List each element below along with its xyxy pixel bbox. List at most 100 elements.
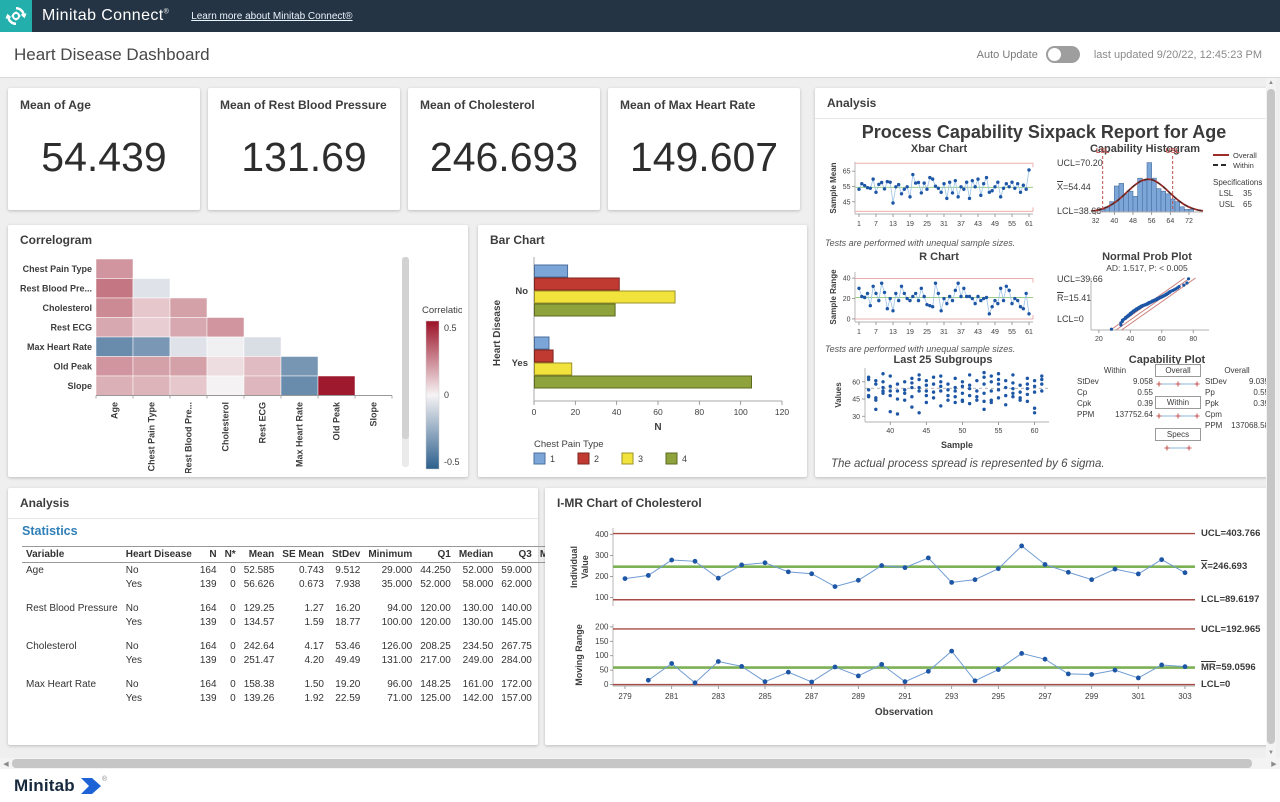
svg-text:13: 13 bbox=[889, 221, 897, 228]
spec-usl-row: USL65 bbox=[1213, 200, 1271, 209]
scroll-left-arrow[interactable]: ◀ bbox=[0, 758, 12, 769]
capability-overall-stats: OverallStDev9.039Pp0.55Ppk0.39Cpm*PPM137… bbox=[1205, 366, 1269, 432]
svg-text:31: 31 bbox=[940, 221, 948, 228]
svg-text:55: 55 bbox=[843, 184, 851, 191]
svg-text:Sample Range: Sample Range bbox=[829, 269, 838, 325]
scroll-right-arrow[interactable]: ▶ bbox=[1268, 758, 1280, 769]
kpi-card-mean-rest-bp: Mean of Rest Blood Pressure 131.69 bbox=[208, 88, 400, 210]
learn-more-link[interactable]: Learn more about Minitab Connect® bbox=[191, 11, 352, 22]
statistics-section-title: Statistics bbox=[22, 524, 78, 538]
vertical-scrollbar[interactable]: ▲ ▼ bbox=[1266, 78, 1276, 758]
svg-text:60: 60 bbox=[852, 379, 860, 386]
kpi-card-mean-cholesterol: Mean of Cholesterol 246.693 bbox=[408, 88, 600, 210]
kpi-label: Mean of Rest Blood Pressure bbox=[208, 88, 400, 112]
minitab-arrow-logo bbox=[81, 777, 102, 795]
scroll-down-arrow[interactable]: ▼ bbox=[1266, 748, 1276, 758]
panel-title: Correlogram bbox=[20, 233, 92, 247]
svg-text:0: 0 bbox=[847, 316, 851, 323]
horizontal-scroll-thumb[interactable] bbox=[12, 759, 1252, 768]
histogram-legend: Overall Within Specifications LSL35 USL6… bbox=[1213, 150, 1271, 209]
svg-text:40: 40 bbox=[1126, 336, 1134, 343]
sixpack-report-title: Process Capability Sixpack Report for Ag… bbox=[862, 122, 1226, 143]
svg-text:Chest Pain Type: Chest Pain Type bbox=[534, 439, 604, 450]
kpi-value: 246.693 bbox=[408, 112, 600, 210]
svg-text:60: 60 bbox=[1031, 428, 1039, 435]
normal-prob-plot-title: Normal Prob Plot bbox=[1102, 251, 1192, 263]
svg-text:Cholesterol: Cholesterol bbox=[42, 303, 92, 313]
statistics-analysis-panel: Analysis Statistics VariableHeart Diseas… bbox=[8, 488, 538, 745]
svg-text:283: 283 bbox=[712, 692, 726, 701]
svg-text:19: 19 bbox=[906, 329, 914, 336]
normal-prob-plot-subtitle: AD: 1.517, P: < 0.005 bbox=[1106, 263, 1188, 273]
kpi-value: 131.69 bbox=[208, 112, 400, 210]
svg-text:Correlation: Correlation bbox=[422, 305, 462, 316]
bar-chart: NoYes020406080100120NHeart DiseaseChest … bbox=[484, 251, 800, 473]
page-title: Heart Disease Dashboard bbox=[14, 45, 210, 65]
scroll-up-arrow[interactable]: ▲ bbox=[1266, 78, 1276, 88]
svg-text:Individual: Individual bbox=[569, 546, 579, 588]
svg-text:299: 299 bbox=[1085, 692, 1099, 701]
kpi-label: Mean of Age bbox=[8, 88, 200, 112]
svg-text:64: 64 bbox=[1166, 218, 1174, 225]
svg-text:300: 300 bbox=[595, 551, 609, 560]
svg-text:45: 45 bbox=[843, 199, 851, 206]
svg-text:80: 80 bbox=[695, 407, 705, 417]
svg-text:USL: USL bbox=[1166, 148, 1181, 155]
footer: Minitab ® bbox=[0, 769, 1280, 802]
svg-text:13: 13 bbox=[889, 329, 897, 336]
vertical-scroll-thumb[interactable] bbox=[1267, 89, 1275, 744]
last-updated-text: last updated 9/20/22, 12:45:23 PM bbox=[1094, 49, 1262, 61]
svg-text:72: 72 bbox=[1185, 218, 1193, 225]
svg-text:303: 303 bbox=[1178, 692, 1192, 701]
svg-text:293: 293 bbox=[945, 692, 959, 701]
svg-text:45: 45 bbox=[852, 397, 860, 404]
svg-text:40: 40 bbox=[1110, 218, 1118, 225]
svg-text:No: No bbox=[515, 286, 528, 297]
sixpack-analysis-panel: Analysis Process Capability Sixpack Repo… bbox=[815, 88, 1272, 477]
horizontal-scrollbar[interactable]: ◀ ▶ bbox=[0, 758, 1280, 769]
capability-within-stats: WithinStDev9.058Cp0.55Cpk0.39PPM137752.6… bbox=[1077, 366, 1153, 421]
r-chart-title: R Chart bbox=[919, 251, 959, 263]
svg-text:100: 100 bbox=[595, 593, 609, 602]
imr-ind-ucl-label: UCL=403.766 bbox=[1201, 528, 1260, 539]
svg-text:40: 40 bbox=[886, 428, 894, 435]
svg-text:43: 43 bbox=[974, 329, 982, 336]
svg-text:Sample: Sample bbox=[941, 440, 973, 450]
svg-text:295: 295 bbox=[992, 692, 1006, 701]
normal-prob-plot-chart: 20406080 bbox=[1077, 274, 1217, 350]
svg-text:37: 37 bbox=[957, 329, 965, 336]
svg-text:37: 37 bbox=[957, 221, 965, 228]
panel-divider bbox=[8, 518, 538, 519]
stats-row: Rest Blood PressureNo1640129.251.2716.20… bbox=[22, 601, 590, 615]
svg-text:Heart Disease: Heart Disease bbox=[492, 299, 503, 366]
svg-text:31: 31 bbox=[940, 329, 948, 336]
kpi-label: Mean of Max Heart Rate bbox=[608, 88, 800, 112]
auto-update-toggle[interactable] bbox=[1046, 46, 1080, 63]
correlogram-panel: Correlogram Chest Pain TypeRest Blood Pr… bbox=[8, 225, 468, 477]
svg-text:120: 120 bbox=[775, 407, 789, 417]
svg-text:Observation: Observation bbox=[875, 707, 933, 718]
svg-text:Rest Blood Pre...: Rest Blood Pre... bbox=[20, 283, 92, 293]
svg-text:301: 301 bbox=[1132, 692, 1146, 701]
svg-text:56: 56 bbox=[1148, 218, 1156, 225]
svg-text:1: 1 bbox=[550, 454, 555, 464]
svg-text:45: 45 bbox=[922, 428, 930, 435]
svg-text:55: 55 bbox=[995, 428, 1003, 435]
r-note: Tests are performed with unequal sample … bbox=[825, 344, 1015, 354]
svg-text:291: 291 bbox=[898, 692, 912, 701]
capability-histogram-chart: LSLUSL324048566472 bbox=[1073, 146, 1215, 242]
dashboard-content: Mean of Age 54.439 Mean of Rest Blood Pr… bbox=[0, 78, 1280, 758]
svg-text:1: 1 bbox=[857, 329, 861, 336]
svg-text:49: 49 bbox=[991, 221, 999, 228]
minitab-connect-logo bbox=[0, 0, 32, 32]
imr-mr-ucl-label: UCL=192.965 bbox=[1201, 624, 1260, 635]
correlogram-heatmap: Chest Pain TypeRest Blood Pre...Choleste… bbox=[14, 249, 462, 473]
svg-text:4: 4 bbox=[682, 454, 687, 464]
r-chart: Sample Range0204017131925313743495561 bbox=[827, 264, 1053, 342]
svg-text:285: 285 bbox=[758, 692, 772, 701]
svg-text:43: 43 bbox=[974, 221, 982, 228]
svg-text:Moving Range: Moving Range bbox=[574, 624, 584, 686]
svg-text:Cholesterol: Cholesterol bbox=[221, 402, 231, 452]
kpi-card-mean-age: Mean of Age 54.439 bbox=[8, 88, 200, 210]
svg-text:19: 19 bbox=[906, 221, 914, 228]
